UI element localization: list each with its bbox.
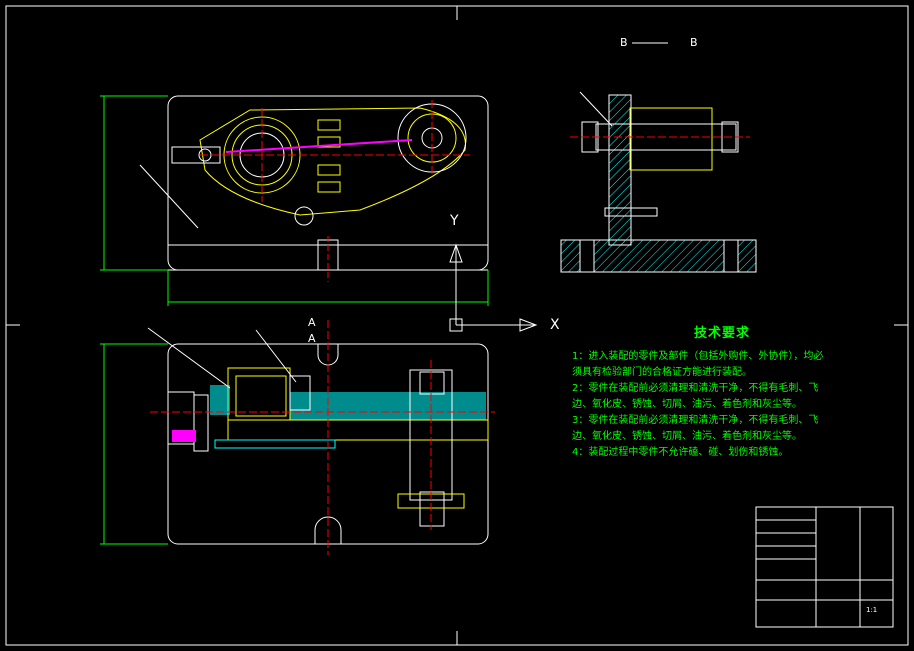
note-line: 4：装配过程中零件不允许磕、碰、划伤和锈蚀。 (572, 447, 789, 458)
technical-requirements-title: 技术要求 (693, 326, 750, 341)
ucs-axes (449, 243, 538, 332)
front-section-view (100, 320, 495, 555)
cut-label-a2: A (308, 332, 316, 345)
cut-label-a1: A (308, 316, 316, 329)
note-line: 2：零件在装配前必须清理和清洗干净，不得有毛刺、飞 (572, 383, 819, 394)
top-view (100, 95, 489, 306)
note-line: 3：零件在装配前必须清理和清洗干净，不得有毛刺、飞 (572, 415, 819, 426)
section-label-b-right: B (690, 36, 698, 49)
section-view-b (560, 42, 757, 273)
technical-requirements: 技术要求 1：进入装配的零件及部件（包括外购件、外协件），均必 须具有检验部门的… (572, 322, 872, 461)
section-label-b-left: B (620, 36, 628, 49)
y-axis-label: Y (450, 213, 459, 229)
note-line: 须具有检验部门的合格证方能进行装配。 (572, 367, 752, 378)
note-line: 1：进入装配的零件及部件（包括外购件、外协件），均必 (572, 351, 824, 362)
note-line: 边、氧化皮、锈蚀、切屑、油污、着色剂和灰尘等。 (572, 431, 802, 442)
x-axis-label: X (550, 317, 560, 333)
title-block-scale: 1:1 (866, 606, 878, 614)
note-line: 边、氧化皮、锈蚀、切屑、油污、着色剂和灰尘等。 (572, 399, 802, 410)
